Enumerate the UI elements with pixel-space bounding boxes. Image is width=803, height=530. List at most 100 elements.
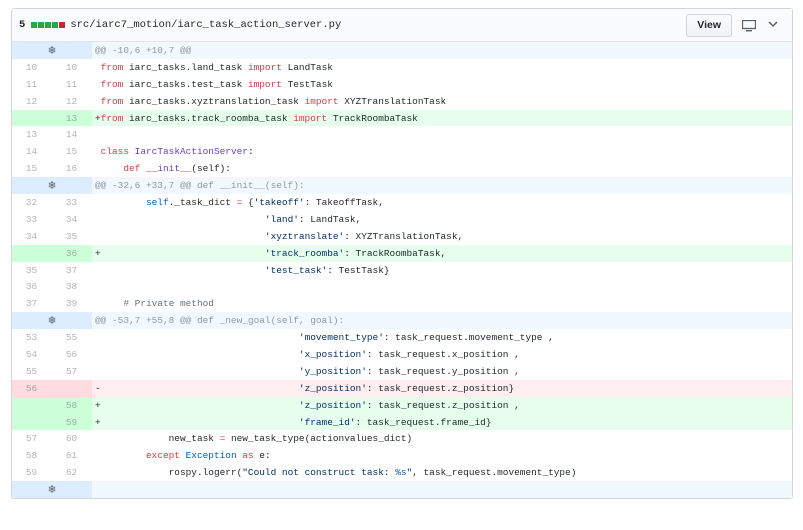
old-line-number[interactable]: 58 [12,447,51,464]
old-line-number[interactable]: 37 [12,295,51,312]
hunk-header: ❄ @@ -53,7 +55,8 @@ def _new_goal(self, g… [12,312,792,330]
code-cell: from iarc_tasks.test_task import TestTas… [92,76,792,93]
file-path[interactable]: src/iarc7_motion/iarc_task_action_server… [70,19,341,31]
code-token: 'x_position' [298,348,367,360]
old-line-number[interactable]: 53 [12,329,51,346]
code-cell: - 'z_position': task_request.z_position} [92,379,792,397]
code-token: { [242,196,254,208]
hunk-header: ❄ [12,481,792,499]
old-line-number[interactable]: 59 [12,464,51,481]
code-token: e: [253,450,271,462]
code-token: : task_request.y_position , [366,365,520,377]
diff-file: 5 src/iarc7_motion/iarc_task_action_serv… [11,8,793,500]
code-cell: 'land': LandTask, [92,211,792,228]
chevron-down-icon[interactable] [768,20,778,32]
old-line-number[interactable] [12,396,51,414]
code-token: import [293,112,328,124]
view-button[interactable]: View [686,14,732,37]
code-cell: new_task = new_task_type(actionvalues_di… [92,430,792,447]
code-token: 'movement_type' [298,332,384,344]
code-token: except [145,450,180,462]
hunk-header: ❄ @@ -32,6 +33,7 @@ def __init__(self): [12,177,792,195]
old-line-number[interactable]: 57 [12,430,51,447]
code-cell: rospy.logerr("Could not construct task: … [92,464,792,481]
new-line-number[interactable]: 55 [51,329,92,346]
code-cell: + 'z_position': task_request.z_position … [92,396,792,414]
code-token: self [145,196,169,208]
diffstat-block [31,22,38,28]
new-line-number[interactable]: 11 [51,76,92,93]
expand-icon[interactable]: ❄ [12,177,92,195]
old-line-number[interactable]: 54 [12,346,51,363]
new-line-number[interactable]: 15 [51,143,92,160]
code-token: 'takeoff' [253,196,305,208]
code-cell: 'movement_type': task_request.movement_t… [92,329,792,346]
code-token: __init__ [146,163,192,175]
new-line-number[interactable]: 57 [51,363,92,380]
old-line-number[interactable] [12,413,51,431]
new-line-number[interactable]: 10 [51,59,92,76]
diffstat-bar [31,22,66,28]
hunk-text: @@ -32,6 +33,7 @@ def __init__(self): [92,177,792,195]
code-token: from [100,61,124,73]
desktop-icon[interactable] [741,19,757,36]
old-line-number[interactable]: 33 [12,211,51,228]
code-token: TrackRoombaTask [327,112,418,124]
code-cell [92,126,792,143]
new-line-number[interactable]: 60 [51,430,92,447]
new-line-number[interactable]: 62 [51,464,92,481]
code-cell: from iarc_tasks.xyztranslation_task impo… [92,93,792,110]
code-token: iarc_tasks.test_task [123,78,248,90]
new-line-number[interactable] [51,379,92,397]
added-line: 36 + 'track_roomba': TrackRoombaTask, [12,244,792,262]
code-token: 'frame_id' [298,416,356,428]
new-line-number[interactable]: 35 [51,228,92,245]
new-line-number[interactable]: 12 [51,93,92,110]
old-line-number[interactable]: 35 [12,262,51,279]
code-token: # Private method [123,298,214,310]
new-line-number[interactable]: 38 [51,278,92,295]
new-line-number[interactable]: 14 [51,126,92,143]
code-token: import [304,95,339,107]
new-line-number[interactable]: 61 [51,447,92,464]
diffstat-block [45,22,52,28]
old-line-number[interactable]: 55 [12,363,51,380]
old-line-number[interactable]: 15 [12,160,51,177]
old-line-number[interactable]: 11 [12,76,51,93]
new-line-number[interactable]: 37 [51,262,92,279]
old-line-number[interactable]: 36 [12,278,51,295]
old-line-number[interactable]: 10 [12,59,51,76]
old-line-number[interactable]: 32 [12,194,51,211]
expand-icon[interactable]: ❄ [12,42,92,59]
code-token: 'track_roomba' [264,247,345,259]
new-line-number[interactable]: 58 [51,396,92,414]
code-cell: + 'frame_id': task_request.frame_id} [92,413,792,431]
expand-icon[interactable]: ❄ [12,312,92,330]
old-line-number[interactable] [12,109,51,127]
context-line: 13 14 [12,126,792,143]
old-line-number[interactable]: 12 [12,93,51,110]
new-line-number[interactable]: 56 [51,346,92,363]
new-line-number[interactable]: 36 [51,244,92,262]
old-line-number[interactable]: 13 [12,126,51,143]
code-token: : task_request.frame_id} [355,416,492,428]
code-cell: except Exception as e: [92,447,792,464]
new-line-number[interactable]: 33 [51,194,92,211]
new-line-number[interactable]: 34 [51,211,92,228]
old-line-number[interactable]: 34 [12,228,51,245]
context-line: 12 12 from iarc_tasks.xyztranslation_task… [12,93,792,110]
old-line-number[interactable]: 14 [12,143,51,160]
code-token: : TestTask} [327,264,390,276]
expand-icon[interactable]: ❄ [12,481,92,499]
code-cell: 'test_task': TestTask} [92,262,792,279]
old-line-number[interactable] [12,244,51,262]
code-token: : task_request.z_position} [366,382,515,394]
old-line-number[interactable]: 56 [12,379,51,397]
new-line-number[interactable]: 39 [51,295,92,312]
code-cell: # Private method [92,295,792,312]
new-line-number[interactable]: 16 [51,160,92,177]
new-line-number[interactable]: 59 [51,413,92,431]
new-line-number[interactable]: 13 [51,109,92,127]
